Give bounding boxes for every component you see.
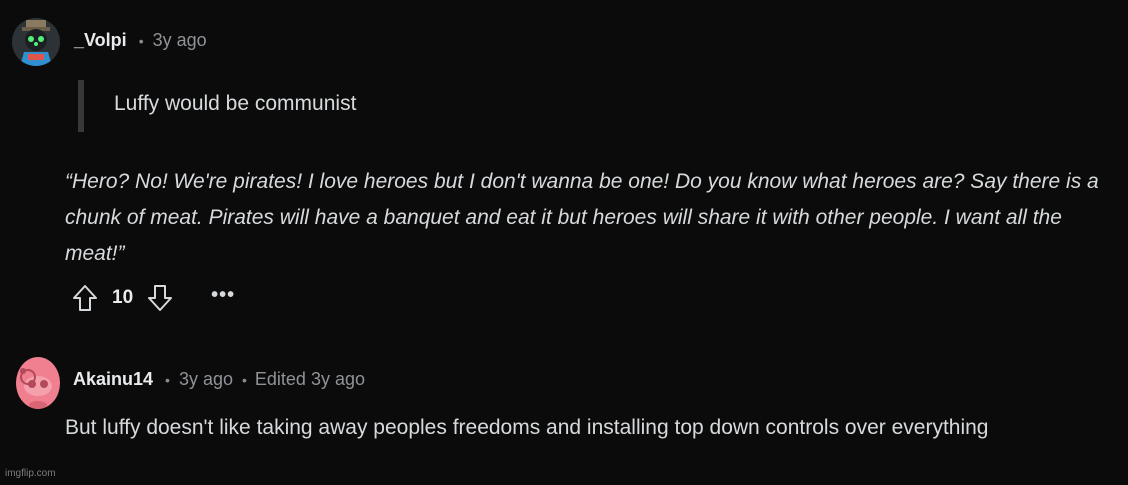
vote-score: 10 bbox=[112, 287, 134, 308]
timestamp[interactable]: 3y ago bbox=[153, 30, 207, 51]
username[interactable]: _Volpi bbox=[74, 30, 127, 51]
more-options-icon[interactable]: ••• bbox=[211, 285, 235, 305]
downvote-arrow-icon[interactable] bbox=[147, 284, 173, 312]
blockquote: Luffy would be communist bbox=[78, 80, 356, 132]
upvote-arrow-icon[interactable] bbox=[72, 284, 98, 312]
separator-dot: • bbox=[165, 371, 170, 388]
robot-avatar-icon bbox=[12, 18, 60, 66]
username[interactable]: Akainu14 bbox=[73, 369, 153, 390]
edited-label: Edited 3y ago bbox=[254, 369, 365, 389]
user-avatar[interactable] bbox=[15, 353, 61, 409]
comment-body: “Hero? No! We're pirates! I love heroes … bbox=[65, 170, 1099, 265]
timestamp[interactable]: 3y ago bbox=[179, 369, 233, 390]
separator-dot: • bbox=[242, 371, 247, 388]
watermark: imgflip.com bbox=[5, 468, 56, 479]
user-avatar[interactable] bbox=[12, 18, 60, 66]
separator-dot: • bbox=[138, 32, 144, 49]
comment-meta: Akainu14 • 3y ago • Edited 3y ago bbox=[73, 369, 365, 390]
snoo-avatar-icon bbox=[16, 357, 60, 409]
comment-meta: _Volpi • 3y ago bbox=[74, 30, 207, 51]
comment-body: But luffy doesn't like taking away peopl… bbox=[65, 416, 989, 439]
comment-actions: 10 ••• bbox=[72, 283, 235, 313]
